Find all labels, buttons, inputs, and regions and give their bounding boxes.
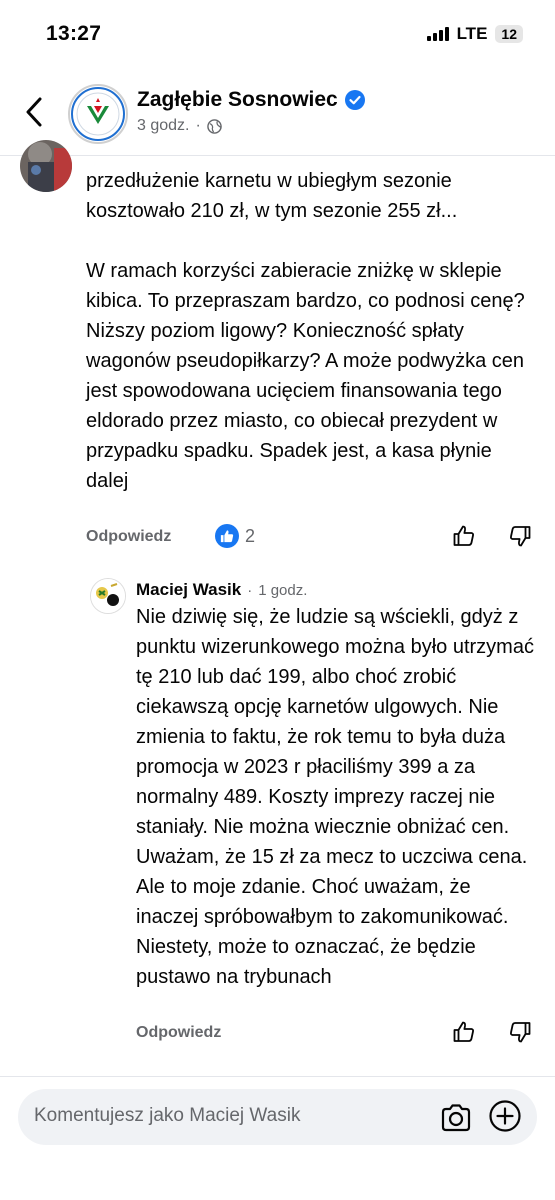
comment-composer: Komentujesz jako Maciej Wasik: [0, 1076, 555, 1200]
like-button[interactable]: [450, 522, 478, 550]
comment-input[interactable]: Komentujesz jako Maciej Wasik: [18, 1089, 537, 1145]
signal-icon: [426, 27, 449, 41]
thumbs-up-icon: [453, 1021, 474, 1042]
post-meta: 3 godz. ·: [137, 117, 222, 135]
add-attachment-button[interactable]: [488, 1099, 522, 1133]
thumbs-down-icon: [510, 1022, 531, 1043]
club-logo: [71, 87, 125, 141]
dislike-button[interactable]: [506, 522, 534, 550]
reply-author-name[interactable]: Maciej Wasik: [136, 580, 241, 600]
network-type: LTE: [456, 24, 488, 43]
status-indicators: LTE 12: [426, 24, 523, 44]
back-button[interactable]: [16, 94, 52, 130]
reply-reply-button[interactable]: Odpowiedz: [136, 1024, 221, 1042]
thumbs-up-icon: [453, 525, 474, 546]
status-bar: 13:27 LTE 12: [0, 0, 555, 70]
commenter-avatar[interactable]: [20, 140, 72, 192]
like-reaction-icon: [215, 524, 239, 548]
reply-separator: ·: [247, 582, 253, 599]
comment-body: przedłużenie karnetu w ubiegłym sezonie …: [86, 170, 525, 492]
reaction-summary[interactable]: 2: [215, 524, 255, 548]
reply-button[interactable]: Odpowiedz: [86, 528, 171, 546]
verified-badge-icon: [344, 90, 365, 110]
battery-level: 12: [501, 26, 517, 42]
battery-icon: 12: [495, 25, 523, 43]
post-header: Zagłębie Sosnowiec 3 godz. ·: [0, 72, 555, 156]
reply-avatar[interactable]: [90, 578, 126, 614]
thumbs-down-icon: [510, 526, 531, 547]
reply-author-row: Maciej Wasik · 1 godz.: [136, 580, 307, 600]
reply-dislike-button[interactable]: [506, 1018, 534, 1046]
like-count: 2: [245, 525, 256, 546]
camera-button[interactable]: [439, 1101, 473, 1135]
post-time: 3 godz.: [137, 117, 190, 134]
camera-icon: [441, 1104, 471, 1132]
meta-separator: ·: [195, 117, 201, 134]
status-time: 13:27: [46, 22, 102, 45]
reply-time: 1 godz.: [258, 582, 308, 599]
reply-like-button[interactable]: [450, 1018, 478, 1046]
chevron-left-icon: [26, 97, 42, 127]
comment-input-placeholder: Komentujesz jako Maciej Wasik: [34, 1105, 301, 1126]
reply-body: Nie dziwię się, że ludzie są wściekli, g…: [136, 606, 534, 988]
globe-icon: [207, 118, 222, 134]
page-name[interactable]: Zagłębie Sosnowiec: [137, 88, 338, 112]
page-avatar[interactable]: [68, 84, 128, 144]
plus-circle-icon: [489, 1100, 521, 1132]
